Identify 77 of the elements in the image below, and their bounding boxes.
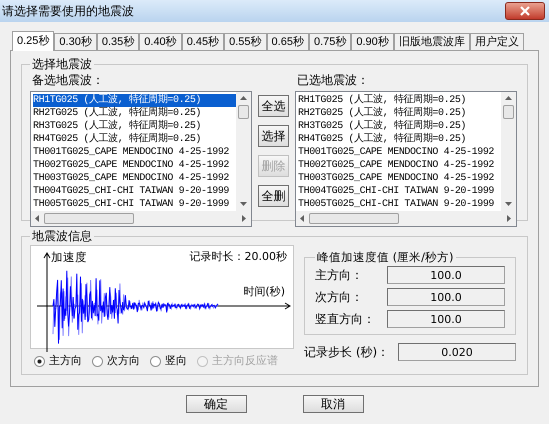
wave-list[interactable]	[295, 91, 517, 227]
scroll-left-icon[interactable]	[299, 215, 306, 222]
tab[interactable]: 0.25秒	[12, 31, 54, 51]
radio-button-icon[interactable]	[92, 356, 103, 367]
input-field[interactable]: 100.0	[387, 288, 505, 306]
list-label: 已选地震波：	[296, 73, 370, 87]
duration-label: 记录时长：20.00秒	[190, 250, 287, 264]
tab[interactable]: 0.45秒	[182, 33, 224, 50]
list-item[interactable]: TH004TG025_CHI-CHI TAIWAN 9-20-1999	[33, 185, 236, 198]
list-item[interactable]: TH004TG025_CHI-CHI TAIWAN 9-20-1999	[298, 185, 501, 198]
input-field[interactable]: 0.020	[398, 343, 516, 362]
action-button[interactable]: 全删	[258, 185, 289, 207]
wave-list[interactable]	[30, 91, 252, 227]
tab[interactable]: 0.75秒	[308, 33, 352, 50]
scroll-left-icon[interactable]	[34, 215, 41, 222]
scroll-thumb[interactable]	[503, 105, 514, 119]
input-field[interactable]: 100.0	[387, 310, 505, 328]
list-item[interactable]: RH4TG025 (人工波, 特征周期=0.25)	[298, 133, 501, 146]
list-item[interactable]: RH3TG025 (人工波, 特征周期=0.25)	[33, 120, 236, 133]
list-item[interactable]: TH005TG025_CHI-CHI TAIWAN 9-20-1999	[33, 198, 236, 211]
list-item[interactable]: TH005TG025_CHI-CHI TAIWAN 9-20-1999	[298, 198, 501, 211]
radio-option[interactable]: 主方向	[34, 353, 82, 370]
vertical-scrollbar[interactable]	[501, 92, 516, 211]
radio-option[interactable]: 次方向	[92, 353, 140, 370]
axis-label: 时间(秒)	[243, 285, 285, 299]
group-title: 地震波信息	[31, 228, 93, 245]
tab[interactable]: 用户定义	[470, 33, 524, 50]
tab[interactable]: 0.30秒	[54, 33, 97, 50]
close-icon	[520, 6, 530, 16]
group-title: 选择地震波	[31, 56, 93, 73]
list-label: 备选地震波：	[31, 73, 105, 87]
list-item[interactable]: RH1TG025 (人工波, 特征周期=0.25)	[33, 94, 236, 107]
list-item[interactable]: TH002TG025_CAPE MENDOCINO 4-25-1992	[33, 159, 236, 172]
action-button[interactable]: 选择	[258, 125, 289, 147]
action-button[interactable]: 全选	[258, 95, 289, 117]
tab[interactable]: 旧版地震波库	[394, 33, 470, 50]
close-button[interactable]	[505, 2, 545, 20]
group-title: 峰值加速度值 (厘米/秒方)	[316, 249, 455, 266]
scroll-right-icon[interactable]	[241, 215, 248, 222]
scroll-up-icon[interactable]	[240, 95, 247, 102]
tab[interactable]: 0.55秒	[224, 33, 267, 50]
field-label: 竖直方向：	[315, 311, 375, 328]
list-item[interactable]: RH1TG025 (人工波, 特征周期=0.25)	[298, 94, 501, 107]
list-item[interactable]: RH3TG025 (人工波, 特征周期=0.25)	[298, 120, 501, 133]
list-item[interactable]: TH001TG025_CAPE MENDOCINO 4-25-1992	[33, 146, 236, 159]
radio-button-icon[interactable]	[150, 356, 161, 367]
scroll-thumb[interactable]	[309, 213, 399, 224]
horizontal-scrollbar[interactable]	[31, 211, 251, 226]
list-item[interactable]: RH2TG025 (人工波, 特征周期=0.25)	[298, 107, 501, 120]
dialog-button[interactable]: 确定	[186, 395, 246, 413]
radio-option[interactable]: 竖向	[150, 353, 187, 370]
list-item[interactable]: TH002TG025_CAPE MENDOCINO 4-25-1992	[298, 159, 501, 172]
list-item[interactable]: TH001TG025_CAPE MENDOCINO 4-25-1992	[298, 146, 501, 159]
scroll-down-icon[interactable]	[505, 201, 512, 208]
scroll-thumb[interactable]	[238, 105, 249, 119]
scroll-up-icon[interactable]	[505, 95, 512, 102]
scroll-down-icon[interactable]	[240, 201, 247, 208]
list-item[interactable]: TH003TG025_CAPE MENDOCINO 4-25-1992	[33, 172, 236, 185]
radio-button-icon[interactable]	[34, 356, 45, 367]
tab[interactable]: 0.35秒	[96, 33, 140, 50]
dialog-button[interactable]: 取消	[302, 395, 364, 413]
vertical-scrollbar[interactable]	[236, 92, 251, 211]
tab[interactable]: 0.40秒	[139, 33, 182, 50]
input-field[interactable]: 100.0	[387, 266, 505, 284]
field-label: 记录步长 (秒)：	[304, 344, 390, 362]
field-label: 次方向：	[315, 289, 363, 306]
list-item[interactable]: RH4TG025 (人工波, 特征周期=0.25)	[33, 133, 236, 146]
horizontal-scrollbar[interactable]	[296, 211, 516, 226]
tab[interactable]: 0.90秒	[351, 33, 394, 50]
scroll-thumb[interactable]	[44, 213, 134, 224]
list-item[interactable]: TH003TG025_CAPE MENDOCINO 4-25-1992	[298, 172, 501, 185]
axis-label: 加速度	[51, 250, 87, 264]
window-title: 请选择需要使用的地震波	[2, 3, 134, 20]
list-item[interactable]: RH2TG025 (人工波, 特征周期=0.25)	[33, 107, 236, 120]
tab[interactable]: 0.65秒	[266, 33, 309, 50]
field-label: 主方向：	[315, 267, 363, 284]
scroll-right-icon[interactable]	[506, 215, 513, 222]
